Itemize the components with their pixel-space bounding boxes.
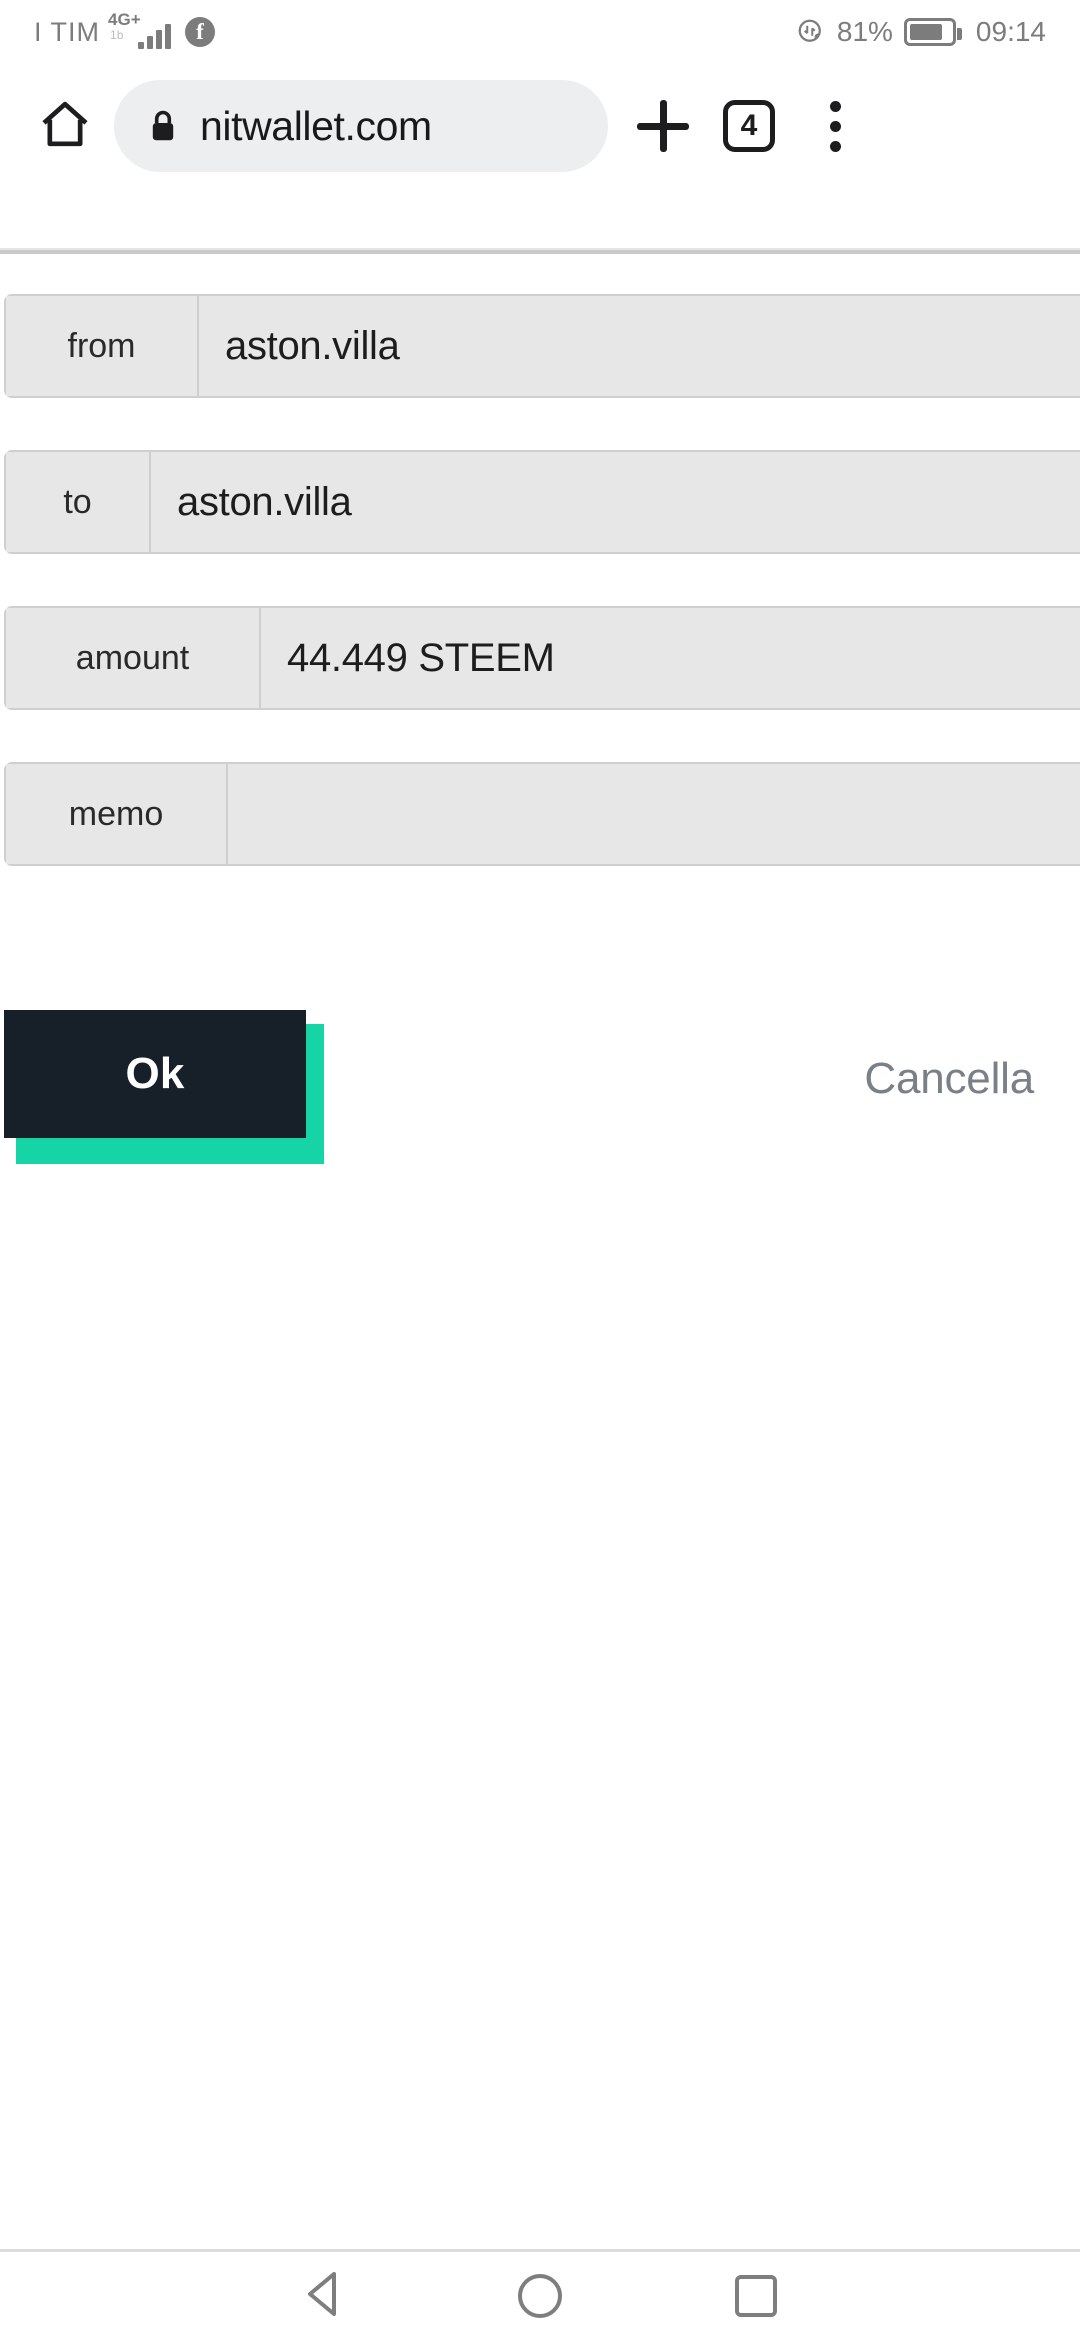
ok-button-wrapper: Ok (4, 1010, 324, 1164)
field-value-memo[interactable] (228, 764, 1080, 864)
android-nav-bar (0, 2252, 1080, 2340)
nav-back-button[interactable] (216, 2252, 432, 2340)
recents-square-icon (735, 2275, 777, 2317)
more-vertical-icon (829, 100, 841, 152)
network-indicator: 4G+ 1b (108, 11, 172, 49)
field-label-from: from (6, 296, 199, 396)
nav-recents-button[interactable] (648, 2252, 864, 2340)
clock-label: 09:14 (975, 16, 1046, 47)
field-row-amount[interactable]: amount 44.449 STEEM (4, 606, 1080, 710)
battery-icon (903, 18, 962, 46)
field-label-to: to (6, 452, 151, 552)
url-text: nitwallet.com (200, 102, 432, 149)
field-value-to[interactable]: aston.villa (151, 452, 1080, 552)
status-bar: I TIM 4G+ 1b f 81% 09:14 (0, 0, 1080, 64)
lock-icon (148, 108, 178, 144)
battery-percent-label: 81% (836, 16, 893, 47)
home-icon (37, 96, 93, 157)
action-row: Ok Cancella (0, 914, 1080, 1164)
home-circle-icon (518, 2274, 562, 2318)
network-activity-label: 1b (110, 28, 124, 42)
phone-screen: I TIM 4G+ 1b f 81% 09:14 nitwallet.com 4… (0, 0, 1080, 2340)
field-value-from[interactable]: aston.villa (199, 296, 1080, 396)
field-row-from[interactable]: from aston.villa (4, 294, 1080, 398)
signal-bars-icon (138, 21, 172, 49)
field-value-amount[interactable]: 44.449 STEEM (261, 608, 1080, 708)
eco-charge-icon (796, 17, 826, 47)
browser-menu-button[interactable] (792, 83, 878, 169)
home-button[interactable] (26, 87, 104, 165)
browser-toolbar: nitwallet.com 4 (0, 64, 1080, 188)
tab-count-badge: 4 (723, 100, 775, 152)
carrier-label: I TIM (34, 16, 101, 47)
field-label-amount: amount (6, 608, 261, 708)
plus-icon (637, 100, 689, 152)
network-type-label: 4G+ (108, 10, 141, 29)
nav-home-button[interactable] (432, 2252, 648, 2340)
field-label-memo: memo (6, 764, 228, 864)
cancel-button[interactable]: Cancella (864, 1054, 1034, 1104)
tab-switcher-button[interactable]: 4 (706, 83, 792, 169)
url-bar[interactable]: nitwallet.com (114, 80, 608, 172)
facebook-icon: f (185, 17, 216, 47)
page-content: from aston.villa to aston.villa amount 4… (0, 254, 1080, 2252)
back-triangle-icon (300, 2268, 348, 2325)
status-bar-right: 81% 09:14 (796, 16, 1046, 48)
status-bar-left: I TIM 4G+ 1b f (34, 11, 216, 49)
field-row-memo[interactable]: memo (4, 762, 1080, 866)
ok-button[interactable]: Ok (4, 1010, 306, 1138)
new-tab-button[interactable] (620, 83, 706, 169)
field-row-to[interactable]: to aston.villa (4, 450, 1080, 554)
